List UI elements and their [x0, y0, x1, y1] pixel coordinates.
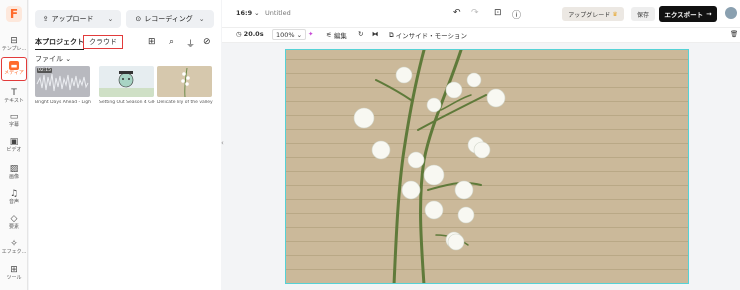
rail-item-element[interactable]: ◇ 要素	[1, 210, 27, 234]
chevron-down-icon[interactable]: ⌄	[108, 15, 114, 23]
ai-magic-icon[interactable]: ✦	[308, 30, 313, 38]
media-thumbnail-gif[interactable]	[99, 66, 154, 97]
left-rail: F ⊟ テンプレ... ▬ メディア T テキスト ▭ 字幕 ▣ ビデオ ▨ 画像 ♫ 音声 …	[0, 0, 28, 290]
upload-button[interactable]: ⇪ アップロード ⌄	[35, 10, 121, 28]
search-icon[interactable]: ⌕	[169, 37, 174, 47]
top-bar: 16:9 ⌄ Untitled ↶ ↷ ⊡ ⓘ アップグレード ♛ 保存 エクス…	[222, 0, 740, 27]
rail-item-media[interactable]: ▬ メディア	[1, 57, 27, 81]
rail-item-audio[interactable]: ♫ 音声	[1, 185, 27, 209]
upload-icon: ⇪	[42, 15, 49, 23]
sliders-icon: ⚟	[326, 31, 332, 39]
clock-icon: ◷	[236, 30, 242, 38]
chevron-down-icon: ⌄	[254, 9, 260, 17]
audio-icon: ♫	[9, 188, 19, 199]
zoom-dropdown[interactable]: 100% ⌄	[272, 29, 307, 40]
media-thumbnail-audio[interactable]: 02:15	[35, 66, 90, 97]
caption-icon: ▭	[9, 111, 19, 122]
canvas-image[interactable]	[285, 49, 689, 284]
chevron-down-icon: ⌄	[65, 55, 72, 63]
template-icon: ⊟	[10, 35, 18, 46]
panel-collapse-handle[interactable]: ‹	[221, 139, 225, 151]
project-title[interactable]: Untitled	[265, 9, 291, 17]
thumbnail-label: Bright Days Ahead - Light ...	[35, 100, 91, 105]
element-icon: ◇	[10, 213, 18, 224]
rail-item-effect[interactable]: ✧ エフェク...	[1, 235, 27, 259]
save-button[interactable]: 保存	[631, 7, 655, 21]
record-icon: ⊙	[135, 15, 142, 23]
media-icon: ▬	[9, 61, 19, 70]
image-icon: ▨	[9, 163, 19, 174]
motion-icon: ⧉	[389, 30, 394, 39]
upgrade-button[interactable]: アップグレード ♛	[562, 7, 624, 21]
rail-item-image[interactable]: ▨ 画像	[1, 160, 27, 184]
inside-motion-button[interactable]: ⧉ インサイド・モーション	[389, 30, 467, 41]
edit-button[interactable]: ⚟ 編集	[326, 30, 347, 40]
arrow-right-icon: →	[706, 10, 712, 18]
video-icon: ▣	[9, 136, 19, 147]
gif-preview	[99, 71, 154, 97]
text-icon: T	[11, 87, 17, 98]
trash-icon[interactable]: 🗑	[730, 30, 738, 38]
thumbnail-label: Setting Out Season 4 GIF ...	[99, 100, 155, 105]
rail-item-tool[interactable]: ⊞ ツール	[1, 261, 27, 285]
chevron-down-icon: ⌄	[296, 30, 303, 39]
rail-item-caption[interactable]: ▭ 字幕	[1, 108, 27, 132]
rail-item-text[interactable]: T テキスト	[1, 84, 27, 108]
crown-icon: ♛	[612, 10, 618, 18]
rotate-icon[interactable]: ↻	[358, 30, 363, 38]
screenshot-icon[interactable]: ⊡	[494, 8, 502, 18]
tool-icon: ⊞	[10, 264, 18, 275]
effect-icon: ✧	[10, 238, 18, 249]
rail-item-video[interactable]: ▣ ビデオ	[1, 133, 27, 157]
duration-control[interactable]: ◷ 20.0s	[236, 30, 264, 38]
export-button[interactable]: エクスポート →	[659, 6, 717, 22]
rail-item-template[interactable]: ⊟ テンプレ...	[1, 32, 27, 56]
canvas-toolbar: ◷ 20.0s 100% ⌄ ✦ ⚟ 編集 ↻ ⧓ ⧉ インサイド・モーション …	[222, 27, 740, 43]
help-icon[interactable]: ⓘ	[512, 8, 521, 21]
redo-icon[interactable]: ↷	[471, 8, 479, 18]
media-panel: ⇪ アップロード ⌄ ⊙ レコーディング ⌄ 本プロジェクト クラウド ⊞ ⌕ …	[29, 0, 221, 290]
tab-cloud[interactable]: クラウド	[83, 35, 123, 49]
chevron-down-icon: ⌄	[198, 15, 205, 23]
filter-icon[interactable]: ⏚	[186, 37, 195, 50]
new-folder-icon[interactable]: ⊞	[148, 37, 156, 47]
hide-icon[interactable]: ⊘	[203, 37, 211, 47]
lily-preview	[181, 67, 190, 97]
aspect-ratio-dropdown[interactable]: 16:9 ⌄	[236, 9, 260, 17]
thumbnail-label: Delicate lily of the valley fl...	[157, 100, 213, 105]
media-thumbnail-image[interactable]	[157, 66, 212, 97]
undo-icon[interactable]: ↶	[453, 8, 461, 18]
waveform	[36, 73, 89, 92]
app-logo[interactable]: F	[6, 6, 22, 22]
lily-of-the-valley-image	[353, 50, 506, 283]
file-filter-dropdown[interactable]: ファイル ⌄	[35, 54, 71, 64]
record-button[interactable]: ⊙ レコーディング ⌄	[126, 10, 214, 28]
flip-icon[interactable]: ⧓	[372, 30, 379, 38]
avatar[interactable]	[725, 7, 737, 19]
tab-this-project[interactable]: 本プロジェクト	[35, 37, 84, 50]
